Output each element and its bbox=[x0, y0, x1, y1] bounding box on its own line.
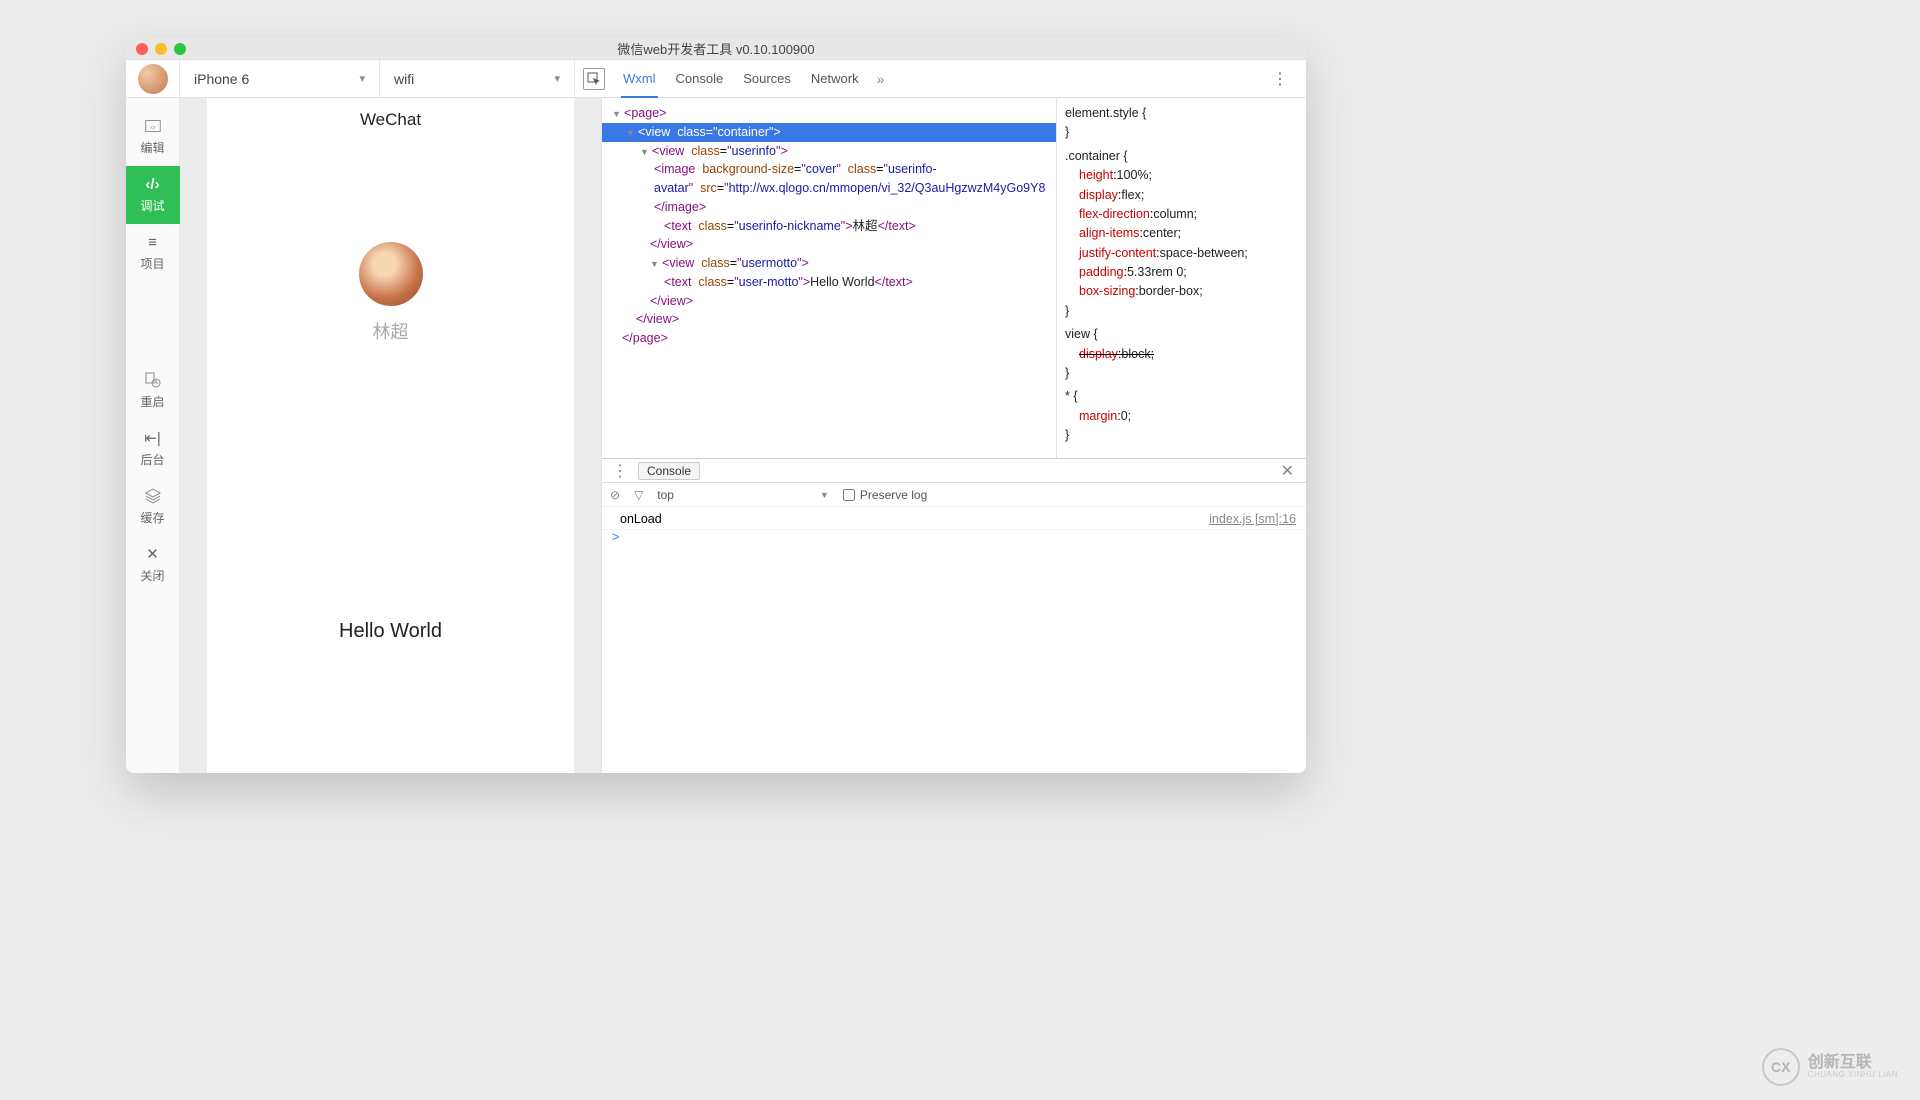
sidenav-label: 编辑 bbox=[140, 139, 164, 156]
watermark-cn: 创新互联 bbox=[1808, 1054, 1898, 1072]
console-header: ⋮ Console ✕ bbox=[602, 459, 1306, 483]
phone-frame: WeChat 林超 Hello World bbox=[207, 98, 574, 773]
close-window-icon[interactable] bbox=[136, 43, 148, 55]
app-window: 微信web开发者工具 v0.10.100900 iPhone 6 ▾ wifi … bbox=[126, 38, 1306, 773]
watermark-en: CHUANG XINHU LIAN bbox=[1808, 1071, 1898, 1080]
close-icon: ✕ bbox=[143, 546, 163, 562]
filter-icon[interactable]: ▽ bbox=[634, 488, 643, 502]
sidenav-item-close[interactable]: ✕ 关闭 bbox=[126, 536, 180, 594]
simulator-pane: WeChat 林超 Hello World bbox=[180, 98, 601, 773]
console-menu-icon[interactable]: ⋮ bbox=[608, 461, 632, 481]
preserve-log-checkbox[interactable]: Preserve log bbox=[843, 488, 927, 502]
devtools-tab-sources[interactable]: Sources bbox=[733, 60, 801, 98]
console-subtab[interactable]: Console bbox=[638, 462, 700, 480]
user-nickname: 林超 bbox=[373, 318, 409, 344]
devtools-tabstrip: Wxml Console Sources Network » ⋮ bbox=[575, 60, 1306, 97]
background-icon: ⇤| bbox=[143, 430, 163, 446]
phone-body: 林超 Hello World bbox=[207, 142, 574, 773]
maximize-window-icon[interactable] bbox=[174, 43, 186, 55]
style-selector: .container { bbox=[1065, 147, 1298, 166]
user-avatar-slot[interactable] bbox=[126, 60, 180, 97]
clear-console-icon[interactable]: ⊘ bbox=[610, 488, 620, 502]
device-selector-value: iPhone 6 bbox=[194, 71, 249, 87]
chevron-down-icon: ▾ bbox=[359, 72, 365, 85]
style-selector: element.style { bbox=[1065, 104, 1298, 123]
network-selector-value: wifi bbox=[394, 71, 414, 87]
style-selector: * { bbox=[1065, 387, 1298, 406]
devtools-tab-network[interactable]: Network bbox=[801, 60, 869, 98]
sidenav-item-cache[interactable]: 缓存 bbox=[126, 478, 180, 536]
devtools-upper: ▼<page> ▼<view class="container"> ▼<view… bbox=[602, 98, 1306, 458]
console-output[interactable]: onLoad index.js [sm]:16 > bbox=[602, 507, 1306, 773]
wxml-tree[interactable]: ▼<page> ▼<view class="container"> ▼<view… bbox=[602, 98, 1056, 458]
sidenav-label: 调试 bbox=[140, 197, 164, 214]
user-motto: Hello World bbox=[339, 620, 442, 643]
window-title: 微信web开发者工具 v0.10.100900 bbox=[617, 39, 814, 58]
sidenav-item-debug[interactable]: ‹/› 调试 bbox=[126, 166, 180, 224]
sidenav-item-edit[interactable]: ‹› 编辑 bbox=[126, 108, 180, 166]
console-panel: ⋮ Console ✕ ⊘ ▽ top ▼ Preserve log bbox=[602, 458, 1306, 773]
user-avatar-icon[interactable] bbox=[359, 242, 423, 306]
chevron-down-icon: ▼ bbox=[820, 490, 829, 500]
sidenav-label: 后台 bbox=[140, 451, 164, 468]
debug-icon: ‹/› bbox=[143, 176, 163, 192]
network-selector[interactable]: wifi ▾ bbox=[380, 60, 575, 97]
sidenav-item-project[interactable]: ≡ 项目 bbox=[126, 224, 180, 282]
titlebar: 微信web开发者工具 v0.10.100900 bbox=[126, 38, 1306, 60]
execution-context-selector[interactable]: top ▼ bbox=[657, 488, 829, 502]
console-prompt[interactable]: > bbox=[602, 530, 1306, 544]
toolbar: iPhone 6 ▾ wifi ▾ Wxml Console Sources N… bbox=[126, 60, 1306, 98]
element-picker-button[interactable] bbox=[583, 68, 605, 90]
console-close-button[interactable]: ✕ bbox=[1275, 461, 1300, 481]
console-message: onLoad bbox=[620, 509, 662, 529]
window-controls bbox=[136, 43, 186, 55]
devtools-tab-console[interactable]: Console bbox=[666, 60, 734, 98]
sidenav-item-back[interactable]: ⇤| 后台 bbox=[126, 420, 180, 478]
devtools-pane: ▼<page> ▼<view class="container"> ▼<view… bbox=[601, 98, 1306, 773]
console-line: onLoad index.js [sm]:16 bbox=[602, 509, 1306, 530]
style-selector: view { bbox=[1065, 325, 1298, 344]
devtools-menu-button[interactable]: ⋮ bbox=[1262, 69, 1298, 89]
sidenav-label: 项目 bbox=[140, 255, 164, 272]
sidenav-label: 关闭 bbox=[140, 567, 164, 584]
console-filter-bar: ⊘ ▽ top ▼ Preserve log bbox=[602, 483, 1306, 507]
sidenav-label: 重启 bbox=[140, 393, 164, 410]
devtools-more-tabs[interactable]: » bbox=[869, 71, 893, 87]
sidenav-item-restart[interactable]: 重启 bbox=[126, 362, 180, 420]
code-icon: ‹› bbox=[143, 118, 163, 134]
menu-icon: ≡ bbox=[143, 234, 163, 250]
main-body: ‹› 编辑 ‹/› 调试 ≡ 项目 重启 ⇤| 后台 缓存 bbox=[126, 98, 1306, 773]
restart-icon bbox=[143, 372, 163, 388]
svg-text:‹›: ‹› bbox=[150, 123, 155, 132]
avatar-icon bbox=[138, 64, 168, 94]
styles-pane[interactable]: element.style { } .container { height:10… bbox=[1056, 98, 1306, 458]
device-selector[interactable]: iPhone 6 ▾ bbox=[180, 60, 380, 97]
chevron-down-icon: ▾ bbox=[554, 72, 560, 85]
phone-header: WeChat bbox=[207, 98, 574, 142]
devtools-tab-wxml[interactable]: Wxml bbox=[613, 60, 666, 98]
watermark: CX 创新互联 CHUANG XINHU LIAN bbox=[1762, 1048, 1898, 1086]
console-source-link[interactable]: index.js [sm]:16 bbox=[1209, 509, 1296, 529]
sidenav-label: 缓存 bbox=[140, 509, 164, 526]
userinfo-block: 林超 bbox=[359, 242, 423, 344]
sidenav: ‹› 编辑 ‹/› 调试 ≡ 项目 重启 ⇤| 后台 缓存 bbox=[126, 98, 180, 773]
watermark-badge-icon: CX bbox=[1762, 1048, 1800, 1086]
layers-icon bbox=[143, 488, 163, 504]
preserve-log-input[interactable] bbox=[843, 489, 855, 501]
minimize-window-icon[interactable] bbox=[155, 43, 167, 55]
